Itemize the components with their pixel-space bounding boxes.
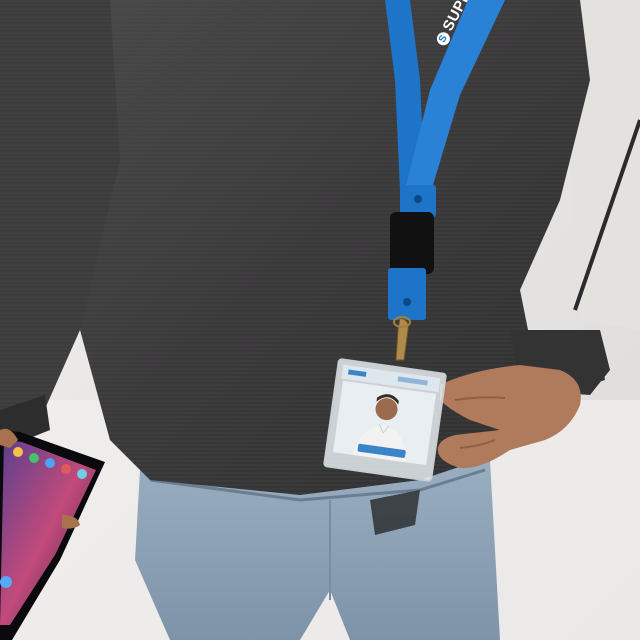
photo-illustration xyxy=(0,0,640,640)
lanyard-tab-bottom xyxy=(388,268,426,320)
id-badge-photo xyxy=(333,364,441,466)
photo-scene: SSUPERSPRING xyxy=(0,0,640,640)
id-badge xyxy=(322,357,448,483)
breakaway-clasp xyxy=(390,212,434,274)
